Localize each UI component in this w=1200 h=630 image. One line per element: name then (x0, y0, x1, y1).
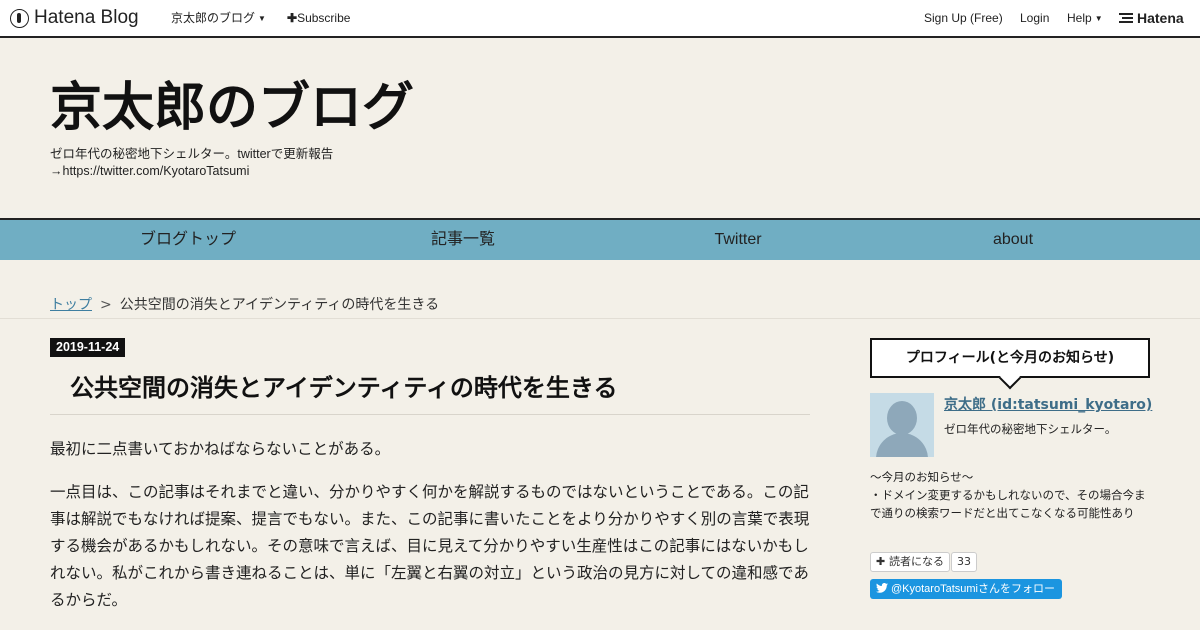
subscriber-count[interactable]: 33 (951, 552, 977, 572)
breadcrumb-current: 公共空間の消失とアイデンティティの時代を生きる (119, 297, 440, 313)
blog-title[interactable]: 京太郎のブログ (50, 74, 414, 142)
subscribe-button-label: 読者になる (889, 555, 945, 568)
hatena-blog-logo[interactable]: Hatena Blog (10, 0, 139, 36)
twitter-follow-label: @KyotaroTatsumiさんをフォロー (891, 583, 1055, 595)
hatena-brand: Hatena (1137, 10, 1184, 26)
nav-item-twitter[interactable]: Twitter (618, 220, 858, 260)
avatar-body-shape (876, 433, 928, 457)
monthly-notice: ～今月のお知らせ～ ・ドメイン変更するかもしれないので、その場合今まで通りの検索… (870, 468, 1152, 522)
twitter-follow-button[interactable]: @KyotaroTatsumiさんをフォロー (870, 579, 1062, 599)
plus-icon: ✚ (287, 11, 298, 25)
blog-description-line: →https://twitter.com/KyotaroTatsumi (50, 164, 250, 178)
blog-description: ゼロ年代の秘密地下シェルター。twitterで更新報告 →https://twi… (50, 146, 333, 180)
nav-item-archive[interactable]: 記事一覧 (343, 220, 583, 260)
twitter-bird-icon (876, 583, 888, 593)
profile-description: ゼロ年代の秘密地下シェルター。 (944, 422, 1117, 436)
avatar[interactable] (870, 393, 934, 457)
subscribe-link[interactable]: ✚Subscribe (287, 0, 350, 36)
entry-paragraph: 最初に二点書いておかねばならないことがある。 (50, 440, 391, 458)
global-header: Hatena Blog 京太郎のブログ ▼ ✚Subscribe Sign Up … (0, 0, 1200, 38)
entry-date[interactable]: 2019-11-24 (50, 338, 126, 357)
subscribe-button[interactable]: ✚ 読者になる (870, 552, 951, 572)
help-label: Help (1067, 11, 1092, 25)
signup-link[interactable]: Sign Up (Free) (924, 0, 1003, 36)
blog-description-line: ゼロ年代の秘密地下シェルター。twitterで更新報告 (50, 147, 334, 161)
notice-body: ・ドメイン変更するかもしれないので、その場合今まで通りの検索ワードだと出てこなく… (870, 488, 1146, 520)
blog-menu-label: 京太郎のブログ (171, 11, 256, 25)
notice-title: ～今月のお知らせ～ (870, 470, 974, 484)
nav-item-about[interactable]: about (893, 220, 1133, 260)
global-nav: ブログトップ 記事一覧 Twitter about (0, 218, 1200, 260)
entry-title[interactable]: 公共空間の消失とアイデンティティの時代を生きる (70, 370, 617, 406)
entry-paragraph: 一点目は、この記事はそれまでと違い、分かりやすく何かを解説するものではないという… (50, 483, 810, 609)
nav-item-blog-top[interactable]: ブログトップ (68, 220, 308, 260)
profile-name-link[interactable]: 京太郎 (id:tatsumi_kyotaro) (944, 394, 1152, 414)
breadcrumb-home-link[interactable]: トップ (50, 297, 92, 313)
entry-content: 最初に二点書いておかねばならないことがある。 一点目は、この記事はそれまでと違い… (50, 436, 810, 630)
subscribe-label: Subscribe (297, 11, 351, 25)
blog-menu-dropdown[interactable]: 京太郎のブログ ▼ (171, 0, 266, 36)
profile-heading: プロフィール(と今月のお知らせ) (870, 338, 1150, 378)
hatena-blog-icon (10, 8, 29, 28)
breadcrumb: トップ > 公共空間の消失とアイデンティティの時代を生きる (50, 294, 439, 314)
hatena-mark-icon (1119, 11, 1133, 25)
caret-down-icon: ▼ (1094, 14, 1103, 23)
plus-icon: ✚ (876, 555, 890, 568)
logo-text: Hatena Blog (34, 7, 139, 28)
caret-down-icon: ▼ (258, 14, 266, 23)
breadcrumb-separator: > (100, 297, 112, 313)
divider (0, 318, 1200, 319)
avatar-head-shape (887, 401, 917, 435)
divider (50, 414, 810, 415)
hatena-logo[interactable]: Hatena (1119, 0, 1184, 36)
help-dropdown[interactable]: Help ▼ (1067, 0, 1103, 36)
login-link[interactable]: Login (1020, 0, 1049, 36)
